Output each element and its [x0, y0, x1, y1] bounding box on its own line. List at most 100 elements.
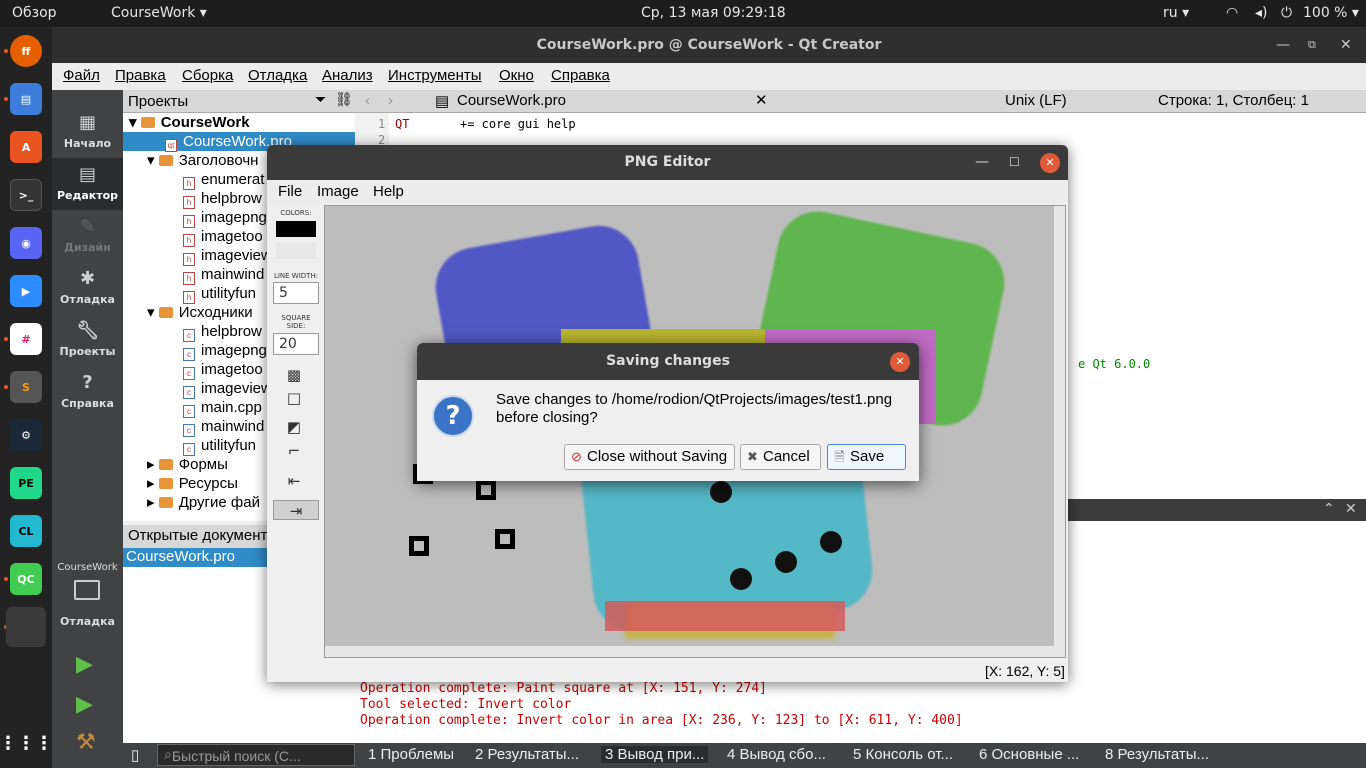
menu-help[interactable]: Справка: [551, 67, 610, 84]
split-tool-icon[interactable]: ⇤: [278, 471, 310, 491]
tree-folder-other[interactable]: ▸ Другие фай: [147, 493, 260, 512]
toggle-sidebar-icon[interactable]: ▯: [131, 746, 139, 764]
menu-window[interactable]: Окно: [499, 67, 534, 84]
fill-tool-icon[interactable]: ▩: [278, 365, 310, 385]
forward-icon[interactable]: ›: [388, 92, 393, 109]
save-button[interactable]: 🗎︎ Save: [827, 444, 906, 470]
invert-color-icon[interactable]: ◩: [278, 417, 310, 437]
zoom-icon[interactable]: ▶: [10, 275, 42, 307]
menu-help[interactable]: Help: [373, 183, 404, 200]
pane-issues[interactable]: 1 Проблемы: [368, 746, 454, 763]
files-icon[interactable]: ▤: [10, 83, 42, 115]
mode-debug[interactable]: ✱ Отладка: [52, 262, 123, 314]
show-apps-icon[interactable]: ⋮⋮⋮: [0, 727, 53, 759]
debug-run-icon[interactable]: ▶: [76, 692, 93, 717]
menu-analyze[interactable]: Анализ: [322, 67, 373, 84]
maximize-icon[interactable]: ☐: [1009, 145, 1020, 180]
square-tool-icon[interactable]: □: [278, 388, 310, 408]
maximize-pane-icon[interactable]: ⌃: [1323, 501, 1335, 517]
tree-item[interactable]: c mainwind: [183, 417, 264, 437]
terminal-icon[interactable]: >_: [10, 179, 42, 211]
close-icon[interactable]: ✕: [1340, 27, 1352, 63]
tree-folder-sources[interactable]: ▾ Исходники: [147, 303, 253, 322]
monitor-icon[interactable]: [74, 580, 100, 600]
secondary-color-swatch[interactable]: [276, 243, 316, 259]
firefox-icon[interactable]: ff: [10, 35, 42, 67]
menu-debug[interactable]: Отладка: [248, 67, 307, 84]
menu-build[interactable]: Сборка: [182, 67, 233, 84]
close-without-saving-button[interactable]: ⊘ Close without Saving: [564, 444, 735, 470]
menu-file[interactable]: Файл: [63, 67, 100, 84]
pycharm-icon[interactable]: PE: [10, 467, 42, 499]
mode-projects[interactable]: 🔧︎ Проекты: [52, 314, 123, 366]
tree-root[interactable]: ▾ CourseWork: [129, 113, 250, 132]
minimize-icon[interactable]: —: [1276, 27, 1290, 63]
tree-item[interactable]: h utilityfun: [183, 284, 256, 304]
close-document-icon[interactable]: ✕: [755, 91, 768, 109]
power-icon[interactable]: ⏻: [1281, 5, 1292, 21]
close-icon[interactable]: ✕: [1040, 153, 1060, 173]
menu-edit[interactable]: Правка: [115, 67, 166, 84]
mode-welcome[interactable]: ▦ Начало: [52, 106, 123, 158]
crop-tool-icon[interactable]: ⌐: [278, 441, 310, 461]
build-hammer-icon[interactable]: ⚒: [76, 730, 96, 755]
line-width-spinbox[interactable]: 5: [273, 282, 319, 304]
editor-tab[interactable]: CourseWork.pro: [457, 92, 566, 109]
tree-folder-resources[interactable]: ▸ Ресурсы: [147, 474, 238, 493]
app-menu[interactable]: CourseWork ▾: [111, 5, 207, 21]
pane-search-results[interactable]: 2 Результаты...: [475, 746, 579, 763]
line-endings-selector[interactable]: Unix (LF): [1005, 92, 1067, 109]
vertical-scrollbar[interactable]: [1054, 206, 1065, 657]
projects-selector[interactable]: Проекты: [128, 93, 188, 110]
menu-image[interactable]: Image: [317, 183, 359, 200]
slack-icon[interactable]: #: [10, 323, 42, 355]
battery-indicator[interactable]: 100 % ▾: [1303, 5, 1359, 21]
square-side-spinbox[interactable]: 20: [273, 333, 319, 355]
tree-item[interactable]: c imageview: [183, 379, 272, 399]
tree-folder-headers[interactable]: ▾ Заголовочн: [147, 151, 258, 170]
mode-edit[interactable]: ▤ Редактор: [52, 158, 123, 210]
tree-item[interactable]: c utilityfun: [183, 436, 256, 456]
mode-design[interactable]: ✎ Дизайн: [52, 210, 123, 262]
primary-color-swatch[interactable]: [276, 221, 316, 237]
language-indicator[interactable]: ru ▾: [1163, 5, 1189, 21]
software-center-icon[interactable]: A: [10, 131, 42, 163]
close-icon[interactable]: ✕: [890, 352, 910, 372]
close-pane-icon[interactable]: ✕: [1345, 501, 1357, 517]
tree-item[interactable]: h imageview: [183, 246, 272, 266]
clock[interactable]: Ср, 13 мая 09:29:18: [641, 5, 786, 21]
pane-test-results[interactable]: 8 Результаты...: [1105, 746, 1209, 763]
back-icon[interactable]: ‹: [365, 92, 370, 109]
restore-icon[interactable]: ⧉: [1308, 27, 1316, 63]
mode-help[interactable]: ? Справка: [52, 366, 123, 418]
wifi-icon[interactable]: ◠: [1226, 5, 1238, 21]
run-icon[interactable]: ▶: [76, 652, 93, 677]
pane-compile-output[interactable]: 4 Вывод сбо...: [727, 746, 826, 763]
minimize-icon[interactable]: —: [975, 145, 989, 180]
tree-item[interactable]: h imagetoo: [183, 227, 263, 247]
pane-debugger-console[interactable]: 5 Консоль от...: [853, 746, 953, 763]
overview-button[interactable]: Обзор: [12, 5, 57, 21]
menu-file[interactable]: File: [278, 183, 302, 200]
tree-item[interactable]: h helpbrow: [183, 189, 262, 209]
filter-icon[interactable]: ⏷: [315, 92, 326, 108]
active-tool-icon[interactable]: ⇥: [273, 500, 319, 520]
discord-icon[interactable]: ◉: [10, 227, 42, 259]
tree-item[interactable]: h mainwind: [183, 265, 264, 285]
tree-item[interactable]: c helpbrow: [183, 322, 262, 342]
pane-application-output[interactable]: 3 Вывод при...: [601, 746, 709, 763]
steam-icon[interactable]: ⚙: [10, 419, 42, 451]
volume-icon[interactable]: ◂): [1255, 5, 1268, 21]
locator-input[interactable]: ⌕ Быстрый поиск (C...: [157, 744, 355, 766]
clion-icon[interactable]: CL: [10, 515, 42, 547]
pane-general-messages[interactable]: 6 Основные ...: [979, 746, 1079, 763]
cancel-button[interactable]: ✖ Cancel: [740, 444, 821, 470]
horizontal-scrollbar[interactable]: [325, 646, 1054, 657]
link-icon[interactable]: ⛓: [335, 92, 353, 108]
png-editor-dock-icon[interactable]: [6, 607, 46, 647]
tree-item[interactable]: c imagetoo: [183, 360, 263, 380]
menu-tools[interactable]: Инструменты: [388, 67, 482, 84]
sublime-icon[interactable]: S: [10, 371, 42, 403]
tree-folder-forms[interactable]: ▸ Формы: [147, 455, 228, 474]
tree-item[interactable]: h imagepng: [183, 208, 267, 228]
